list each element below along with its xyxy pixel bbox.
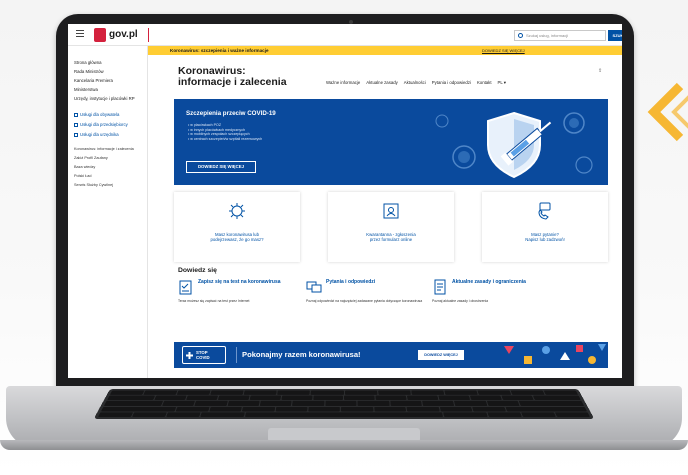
card-quarantine[interactable]: Kwarantanna - zgłoszenia przez formularz… [328,192,454,262]
tab-current-rules[interactable]: Aktualne zasady [366,80,398,86]
laptop-base-edge [0,440,688,450]
briefcase-icon [74,122,78,127]
person-icon [74,112,78,117]
document-icon [434,279,446,295]
phone-chat-icon [538,202,551,220]
top-bar: gov.pl Szukaj usług, informacji SZUK [68,24,622,46]
card-label: Kwarantanna - zgłoszenia przez formularz… [332,232,450,243]
search-placeholder: Szukaj usług, informacji [526,33,569,38]
search-icon [518,33,523,38]
sidebar-item-ministries[interactable]: Ministerstwa [68,85,147,94]
banner-learn-more-button[interactable]: DOWIEDZ WIĘCEJ [418,350,464,360]
sidebar-item-trusted-profile[interactable]: Załóż Profil Zaufany [68,154,147,163]
section-title: Dowiedz się [178,267,217,274]
sidebar-item-label: Usługi dla przedsiębiorcy [80,122,128,127]
menu-icon[interactable] [76,30,84,38]
confetti-pattern-icon [504,344,606,364]
tab-news[interactable]: Aktualności [404,80,426,86]
vaccine-shield-illustration-icon [435,111,593,179]
virus-icon [229,203,245,219]
sidebar-item-official[interactable]: Usługi dla urzędnika [68,129,147,139]
card-label-line: podejrzewasz, że go masz? [210,237,264,243]
logo-divider [148,28,149,42]
info-title[interactable]: Aktualne zasady i ograniczenia [452,279,562,285]
section-nav: Ważne informacje Aktualne zasady Aktualn… [326,80,506,86]
laptop-screen: gov.pl Szukaj usług, informacji SZUK Str… [68,24,622,378]
share-icon[interactable]: ⇪ [598,68,602,74]
sidebar-item-covid[interactable]: Koronawirus: informacje i zalecenia [68,145,147,154]
banner-title: Pokonajmy razem koronawirusa! [242,350,361,359]
hero-title: Szczepienia przeciw COVID-19 [186,110,276,117]
cross-icon [186,352,193,359]
alert-bar: Koronawirus: szczepienia i ważne informa… [148,46,622,55]
speech-bubbles-icon [306,281,322,293]
tab-faq[interactable]: Pytania i odpowiedzi [432,80,471,86]
card-label-line: przez formularz online [369,237,413,243]
card-ask-question[interactable]: Masz pytanie? Napisz lub zadzwoń! [482,192,608,262]
info-title[interactable]: Zapisz się na test na koronawirusa [198,279,308,285]
sidebar-item-chancellery[interactable]: Kancelaria Premiera [68,76,147,85]
hero-learn-more-button[interactable]: DOWIEDZ SIĘ WIĘCEJ [186,161,256,173]
vaccination-hero: Szczepienia przeciw COVID-19 w placówkac… [174,99,608,185]
stop-covid-text: STOP COVID [196,350,210,360]
keyboard [93,389,595,419]
sidebar-item-label: Usługi dla obywatela [80,112,120,117]
stop-covid-line: COVID [196,355,210,360]
page-title-line2: informacje i zalecenia [178,76,287,88]
sidebar: Strona główna Rada Ministrów Kancelaria … [68,46,148,378]
sidebar-item-polski-lad[interactable]: Polski Ład [68,172,147,181]
sidebar-item-civil-service[interactable]: Serwis Służby Cywilnej [68,181,147,190]
sidebar-item-council[interactable]: Rada Ministrów [68,67,147,76]
page-title: Koronawirus: informacje i zalecenia [178,66,287,88]
language-select[interactable]: PL ▾ [498,80,506,86]
stop-covid-banner[interactable]: STOP COVID Pokonajmy razem koronawirusa!… [174,342,608,368]
tab-contact[interactable]: Kontakt [477,80,492,86]
folder-icon [74,132,78,137]
search-button[interactable]: SZUK [608,30,622,41]
sidebar-item-business[interactable]: Usługi dla przedsiębiorcy [68,119,147,129]
card-have-covid[interactable]: Masz koronawirusa lub podejrzewasz, że g… [174,192,300,262]
sidebar-item-label: Usługi dla urzędnika [80,132,119,137]
sidebar-item-home[interactable]: Strona główna [68,58,147,67]
sidebar-item-citizen[interactable]: Usługi dla obywatela [68,109,147,119]
card-label: Masz pytanie? Napisz lub zadzwoń! [486,232,604,243]
card-label: Masz koronawirusa lub podejrzewasz, że g… [178,232,296,243]
info-title[interactable]: Pytania i odpowiedzi [326,279,436,285]
checklist-icon [179,280,192,295]
sidebar-item-offices[interactable]: Urzędy, instytucje i placówki RP [68,94,147,103]
search-input[interactable]: Szukaj usług, informacji [514,30,606,41]
stop-covid-logo: STOP COVID [182,346,226,364]
house-person-icon [383,203,399,219]
info-desc: Poznaj aktualne zasady i obostrzenia [432,299,488,303]
alert-link[interactable]: DOWIEDZ SIĘ WIĘCEJ [482,48,525,53]
info-desc: Poznaj odpowiedzi na najczęściej zadawan… [306,299,423,303]
chevron-decoration-icon [647,82,688,142]
info-desc: Teraz możesz się zapisać na test przez I… [178,299,250,303]
quick-links: Masz koronawirusa lub podejrzewasz, że g… [174,192,608,262]
alert-text: Koronawirus: szczepienia i ważne informa… [170,48,269,53]
card-label-line: Napisz lub zadzwoń! [525,237,565,243]
banner-divider [236,347,237,363]
hero-list: w placówkach POZ w innych placówkach med… [188,123,262,141]
eagle-emblem-icon[interactable] [94,28,106,42]
hero-list-item: w centrach szczepień/w szpitali rezerwow… [188,137,262,142]
sidebar-item-knowledge[interactable]: Baza wiedzy [68,163,147,172]
site-logo[interactable]: gov.pl [109,29,138,40]
tab-important-info[interactable]: Ważne informacje [326,80,360,86]
